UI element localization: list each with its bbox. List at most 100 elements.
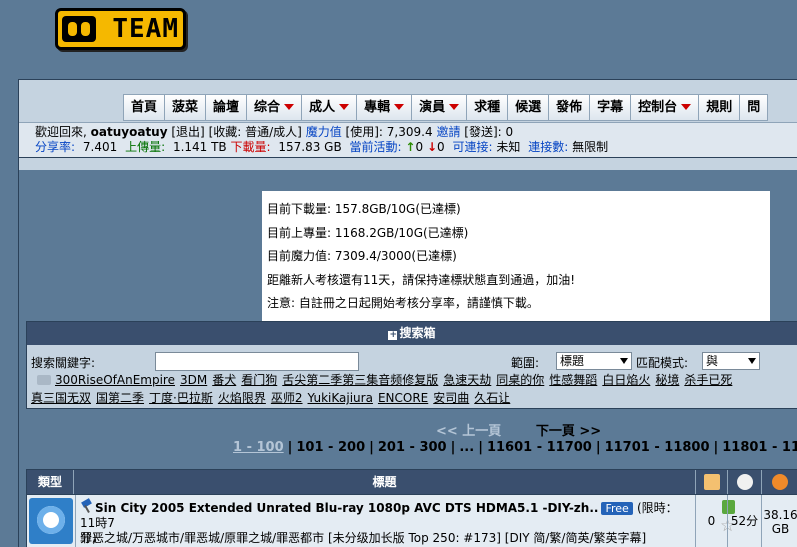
hot-tag-link[interactable]: YukiKajiura <box>308 391 373 405</box>
page-link[interactable]: 11701 - 11800 <box>605 440 710 455</box>
scope-select[interactable]: 標題 <box>556 352 632 370</box>
magic-value-link[interactable]: 魔力值 <box>306 125 342 139</box>
nav-item-2[interactable]: 論壇 <box>206 94 248 121</box>
match-select[interactable]: 與 <box>702 352 760 370</box>
newbie-notice: 目前下載量: 157.8GB/10G(已達標) 目前上專量: 1168.2GB/… <box>262 191 770 321</box>
page-separator: | <box>478 440 483 455</box>
nav-item-3[interactable]: 综合 <box>247 94 303 121</box>
table-header: 類型 標題 <box>26 469 797 495</box>
hot-tag-link[interactable]: 看门狗 <box>241 373 277 387</box>
table-row[interactable]: Sin City 2005 Extended Unrated Blu-ray 1… <box>26 495 797 547</box>
chevron-down-icon <box>620 358 628 364</box>
ratio-value: 7.401 <box>82 140 118 154</box>
hot-tag-link[interactable]: 安司曲 <box>433 391 469 405</box>
page-link[interactable]: 11801 - 11888 <box>722 440 797 455</box>
nav-item-11[interactable]: 控制台 <box>631 94 700 121</box>
page-link[interactable]: 11601 - 11700 <box>487 440 592 455</box>
content-area: 目前下載量: 157.8GB/10G(已達標) 目前上專量: 1168.2GB/… <box>19 170 797 547</box>
username-link[interactable]: oatuyoatuy <box>91 125 168 139</box>
user-info-line-2: 分享率: 7.401 上傳量: 1.141 TB 下載量: 157.83 GB … <box>35 140 797 155</box>
page-link[interactable]: ... <box>459 440 474 455</box>
pager-prev-next: << 上一頁 下一頁 >> <box>436 420 601 439</box>
next-page-link[interactable]: 下一頁 >> <box>536 424 601 439</box>
nav-item-7[interactable]: 求種 <box>467 94 509 121</box>
scope-label: 範圍: <box>511 356 540 370</box>
hot-tag-link[interactable]: 同桌的你 <box>496 373 544 387</box>
movie-category-icon[interactable] <box>29 498 73 544</box>
active-label: 當前活動: <box>349 140 402 154</box>
main-panel: 首頁 菠菜 論壇 综合 成人 專輯 演員 求種 候選 發佈 字幕 控制台 規則問 歡迎回來, oatuy… <box>18 79 797 547</box>
hot-tag-link[interactable]: 白日焰火 <box>602 373 650 387</box>
caret-down-icon <box>284 104 295 110</box>
hot-tag-link[interactable]: 性感舞蹈 <box>549 373 597 387</box>
hot-tag-link[interactable]: 杀手已死 <box>684 373 732 387</box>
hot-tag-link[interactable]: 番犬 <box>212 373 236 387</box>
nav-item-12[interactable]: 規則 <box>699 94 741 121</box>
expand-icon[interactable]: + <box>388 331 398 340</box>
page-separator: | <box>595 440 601 455</box>
scope-select-value: 標題 <box>560 354 585 368</box>
comments-count[interactable]: 0 <box>696 495 728 547</box>
hot-tag-link[interactable]: 久石让 <box>474 391 510 405</box>
hot-tag-link[interactable]: 舌尖第二季第三集音频修复版 <box>282 373 438 387</box>
col-title[interactable]: 標題 <box>74 470 696 494</box>
caret-down-icon <box>339 104 350 110</box>
hot-tag-link[interactable]: 丁度·巴拉斯 <box>149 391 213 405</box>
main-nav: 首頁 菠菜 論壇 综合 成人 專輯 演員 求種 候選 發佈 字幕 控制台 規則問 <box>123 94 769 121</box>
col-type[interactable]: 類型 <box>27 470 74 494</box>
hot-tag-link[interactable]: 真三国无双 <box>31 391 91 405</box>
user-info-bar: 歡迎回來, oatuyoatuy [退出] [收藏: 普通/成人] 魔力值 [使… <box>19 122 797 158</box>
size-value: 38.16 <box>763 508 797 522</box>
nav-item-5[interactable]: 專輯 <box>357 94 413 121</box>
nav-item-label: 專輯 <box>364 100 391 115</box>
hot-tags: 300RiseOfAnEmpire 3DM 番犬 看门狗 舌尖第二季第三集音频修复版 急速… <box>31 371 797 407</box>
hot-tag-link[interactable]: 急速天劫 <box>443 373 491 387</box>
page-link[interactable]: 201 - 300 <box>378 440 447 455</box>
torrent-size: 38.16 GB <box>762 495 797 547</box>
hot-tag-link[interactable]: 火焰限界 <box>218 391 266 405</box>
site-logo[interactable]: TEAM <box>55 8 186 50</box>
keyword-input[interactable] <box>155 352 359 371</box>
favorites-value[interactable]: 普通/成人] <box>245 125 302 139</box>
torrent-title-link[interactable]: Sin City 2005 Extended Unrated Blu-ray 1… <box>95 501 598 515</box>
hot-tag-link[interactable]: 国第二季 <box>96 391 144 405</box>
upload-time: 52分 <box>728 495 762 547</box>
hot-tag-link[interactable]: 3DM <box>180 373 207 387</box>
hot-tag-link[interactable]: 300RiseOfAnEmpire <box>55 373 175 387</box>
page-link[interactable]: 101 - 200 <box>296 440 365 455</box>
col-time[interactable] <box>728 470 762 494</box>
magic-use-link[interactable]: [使用]: <box>346 125 383 139</box>
logout-link[interactable]: [退出] <box>171 125 204 139</box>
nav-item-9[interactable]: 發佈 <box>549 94 591 121</box>
upload-label: 上傳量: <box>125 140 166 154</box>
nav-item-6[interactable]: 演員 <box>412 94 468 121</box>
chevron-down-icon <box>748 358 756 364</box>
welcome-text: 歡迎回來, <box>35 125 87 139</box>
nav-item-10[interactable]: 字幕 <box>590 94 632 121</box>
download-value: 157.83 GB <box>278 140 342 154</box>
size-unit: GB <box>771 522 790 536</box>
invite-link[interactable]: 邀請 <box>436 125 460 139</box>
search-box-header[interactable]: + 搜索箱 <box>27 322 797 345</box>
nav-item-1[interactable]: 菠菜 <box>165 94 207 121</box>
notice-deadline: 距離新人考核還有11天，請保持達標狀態直到通過，加油! <box>267 272 576 287</box>
hot-tag-link[interactable]: ENCORE <box>378 391 428 405</box>
col-size[interactable] <box>762 470 797 494</box>
nav-item-label: 求種 <box>474 100 501 115</box>
nav-item-13[interactable]: 問 <box>740 94 769 121</box>
download-label: 下載量: <box>230 140 271 154</box>
hot-tag-link[interactable]: 秘境 <box>655 373 679 387</box>
nav-item-8[interactable]: 候選 <box>508 94 550 121</box>
col-comments[interactable] <box>696 470 728 494</box>
notice-magic: 目前魔力值: 7309.4/3000(已達標) <box>267 249 457 263</box>
nav-item-0[interactable]: 首頁 <box>123 94 166 121</box>
favorites-label: [收藏: <box>208 125 242 139</box>
hot-tag-link[interactable]: 巫师2 <box>271 391 303 405</box>
invite-sent[interactable]: [發送]: 0 <box>464 125 513 139</box>
nav-item-label: 規則 <box>706 100 733 115</box>
keyword-label: 搜索關鍵字: <box>31 356 96 370</box>
nav-item-4[interactable]: 成人 <box>302 94 358 121</box>
nav-item-label: 演員 <box>419 100 446 115</box>
prev-page-link[interactable]: << 上一頁 <box>436 424 501 439</box>
search-box-title: 搜索箱 <box>399 326 436 340</box>
